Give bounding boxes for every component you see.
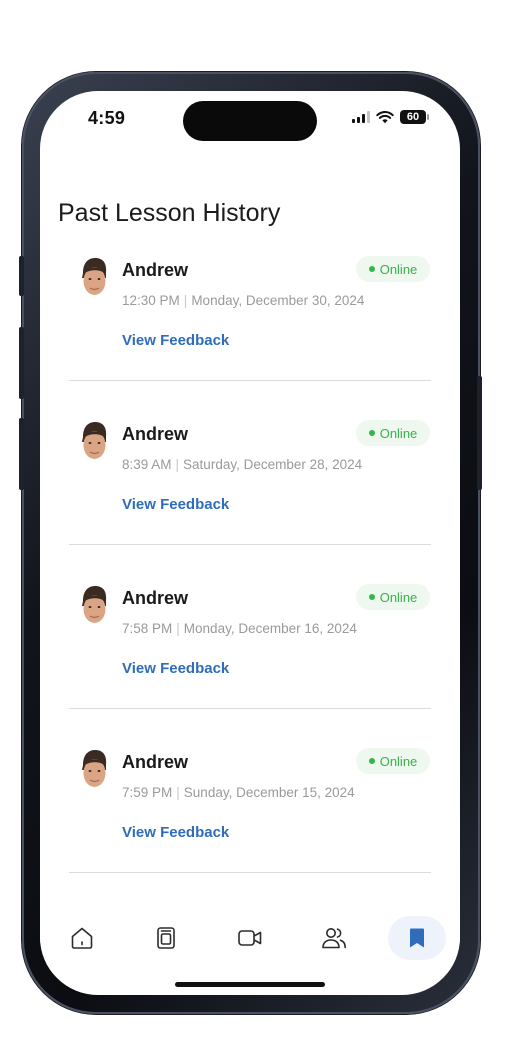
tutor-name: Andrew (122, 752, 189, 772)
lesson-datetime: 7:59 PM | Sunday, December 15, 2024 (122, 785, 355, 800)
tutor-avatar (82, 750, 107, 787)
tab-home[interactable] (54, 916, 110, 960)
lesson-mode-label: Online (379, 261, 418, 277)
tutor-name: Andrew (122, 588, 189, 608)
tab-library[interactable] (138, 916, 194, 960)
book-icon (157, 927, 175, 949)
tab-history[interactable] (388, 916, 446, 960)
lesson-mode-badge: Online (356, 584, 430, 610)
separator: | (176, 621, 180, 636)
view-feedback-link[interactable]: View Feedback (122, 660, 229, 677)
status-bar: 4:59 60 (40, 91, 460, 151)
view-feedback-link[interactable]: View Feedback (122, 332, 229, 349)
status-time: 4:59 (88, 108, 126, 128)
home-indicator (175, 982, 325, 987)
tab-tutors[interactable] (306, 916, 362, 960)
lesson-mode-label: Online (379, 589, 418, 605)
lesson-datetime: 7:58 PM | Monday, December 16, 2024 (122, 621, 357, 636)
divider (69, 708, 431, 709)
tab-bar (40, 909, 460, 973)
lesson-mode-badge: Online (356, 748, 430, 774)
tutor-name: Andrew (122, 424, 189, 444)
lesson-list: Andrew Online 12:30 PM | Monday, December … (40, 254, 460, 910)
screen: 4:59 60 Past Lesson History Andrew Onlin… (40, 91, 460, 995)
lesson-date: Sunday, December 15, 2024 (183, 785, 355, 800)
video-camera-icon (238, 930, 262, 946)
divider (69, 872, 431, 873)
lesson-datetime: 12:30 PM | Monday, December 30, 2024 (122, 293, 364, 308)
online-dot-icon (368, 266, 375, 272)
view-feedback-link[interactable]: View Feedback (122, 824, 229, 841)
tutor-avatar (82, 586, 107, 623)
lesson-date: Monday, December 30, 2024 (191, 293, 365, 308)
lesson-mode-badge: Online (356, 420, 430, 446)
dynamic-island (183, 101, 317, 141)
lesson-date: Saturday, December 28, 2024 (183, 457, 363, 472)
separator: | (183, 293, 188, 308)
lesson-card: Andrew Online 12:30 PM | Monday, December … (40, 254, 460, 418)
power-button (477, 376, 482, 490)
tutor-name: Andrew (122, 260, 189, 280)
view-feedback-link[interactable]: View Feedback (122, 496, 229, 513)
separator: | (176, 785, 180, 800)
separator: | (175, 457, 180, 472)
online-dot-icon (368, 594, 375, 600)
divider (69, 544, 431, 545)
tutor-avatar (82, 422, 107, 459)
lesson-time: 7:59 PM (122, 785, 173, 800)
signal-icon (352, 111, 370, 123)
lesson-datetime: 8:39 AM | Saturday, December 28, 2024 (122, 457, 362, 472)
bookmark-icon (410, 928, 424, 948)
divider (69, 380, 431, 381)
lesson-time: 12:30 PM (122, 293, 180, 308)
lesson-card: Andrew Online 7:58 PM | Monday, December 1… (40, 582, 460, 746)
online-dot-icon (368, 430, 375, 436)
lesson-card: Andrew Online 8:39 AM | Saturday, December… (40, 418, 460, 582)
action-button (19, 256, 24, 296)
lesson-date: Monday, December 16, 2024 (183, 621, 357, 636)
volume-down-button (19, 418, 24, 490)
lesson-mode-label: Online (379, 425, 418, 441)
volume-up-button (19, 327, 24, 399)
page-title: Past Lesson History (58, 199, 281, 227)
wifi-icon (376, 111, 394, 124)
home-icon (71, 927, 93, 949)
lesson-mode-badge: Online (356, 256, 430, 282)
lesson-time: 8:39 AM (122, 457, 172, 472)
lesson-card: Andrew Online 7:59 PM | Sunday, December 1… (40, 746, 460, 910)
tab-video[interactable] (222, 916, 278, 960)
lesson-time: 7:58 PM (122, 621, 173, 636)
tutor-avatar (82, 258, 107, 295)
online-dot-icon (368, 758, 375, 764)
battery-icon: 60 (400, 110, 429, 124)
users-icon (322, 928, 346, 949)
lesson-mode-label: Online (379, 753, 418, 769)
status-icons: 60 (352, 109, 429, 125)
